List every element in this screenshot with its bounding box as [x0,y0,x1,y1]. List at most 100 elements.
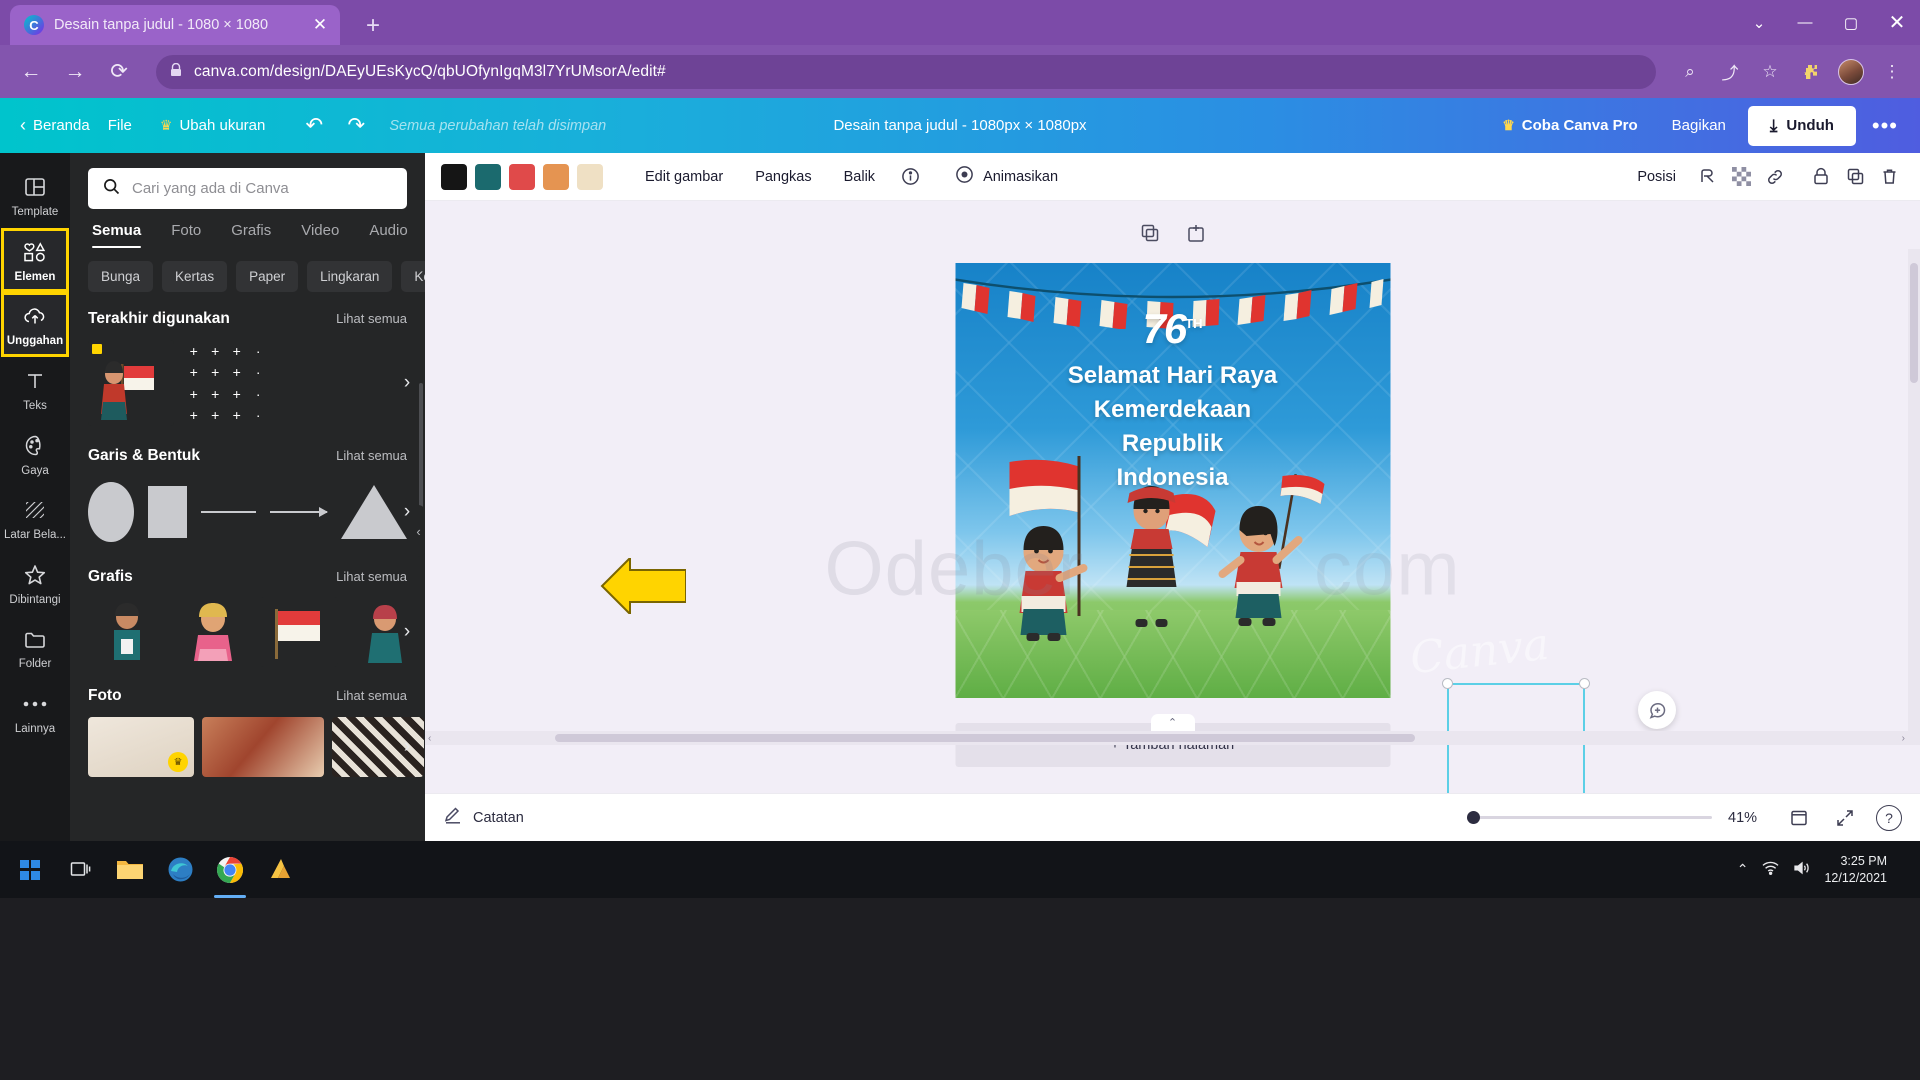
graphics-next-icon[interactable]: › [394,619,420,645]
duplicate-page-icon[interactable] [1140,223,1160,248]
sidebar-item-folder[interactable]: Folder [1,615,69,680]
search-icon[interactable]: ⌕ [1678,60,1702,84]
sidebar-item-teks[interactable]: Teks [1,357,69,422]
sidebar-item-elemen[interactable]: Elemen [1,227,69,293]
clock[interactable]: 3:25 PM 12/12/2021 [1824,853,1887,887]
show-desktop-button[interactable] [1901,841,1908,898]
scroll-left-icon[interactable]: ‹ [428,733,431,744]
recent-next-icon[interactable]: › [394,370,420,396]
see-all-link[interactable]: Lihat semua [336,311,407,326]
resize-handle-top-right[interactable] [1579,678,1590,689]
task-view-button[interactable] [56,841,104,898]
shape-arrow[interactable] [269,507,329,517]
crop-button[interactable]: Pangkas [743,161,823,193]
sidebar-item-latar-belakang[interactable]: Latar Bela... [1,486,69,551]
add-comment-button[interactable] [1638,691,1676,729]
color-swatch[interactable] [543,163,569,190]
help-icon[interactable]: ? [1876,804,1902,831]
redo-icon[interactable]: ↷ [337,107,375,145]
address-bar[interactable]: canva.com/design/DAEyUEsKycQ/qbUOfynIgqM… [156,54,1656,89]
duplicate-icon[interactable] [1840,162,1870,192]
shape-line[interactable] [201,511,256,513]
download-button[interactable]: ⤓ Unduh [1747,105,1856,146]
scroll-right-icon[interactable]: › [1902,733,1905,744]
window-expand-icon[interactable]: ⌄ [1736,0,1782,45]
effects-icon[interactable] [1692,162,1722,192]
resize-handle-top-left[interactable] [1442,678,1453,689]
chrome-browser-icon[interactable] [206,841,254,898]
undo-icon[interactable]: ↶ [295,107,333,145]
collapse-bottom-icon[interactable]: ⌃ [1150,714,1195,731]
photos-next-icon[interactable]: › [394,734,420,760]
window-minimize-icon[interactable]: — [1782,0,1828,45]
back-icon[interactable]: ← [16,57,46,87]
vertical-scrollbar[interactable] [1908,249,1920,745]
tab-grafis[interactable]: Grafis [231,222,271,248]
see-all-link[interactable]: Lihat semua [336,569,407,584]
sidebar-item-gaya[interactable]: Gaya [1,422,69,487]
share-button[interactable]: Bagikan [1656,108,1742,143]
reload-icon[interactable]: ⟳ [104,57,134,87]
transparency-icon[interactable] [1726,162,1756,192]
chip-kertas[interactable]: Kertas [162,261,228,292]
collapse-panel-button[interactable]: ‹ [411,505,425,557]
extensions-puzzle-icon[interactable] [1798,60,1822,84]
photo-thumb[interactable]: ♛ [88,717,194,777]
flip-button[interactable]: Balik [832,161,887,193]
new-tab-button[interactable]: + [358,11,388,41]
tab-video[interactable]: Video [301,222,339,248]
wifi-icon[interactable] [1762,861,1779,878]
avatar[interactable] [1838,58,1864,85]
design-page[interactable]: 76TH Selamat Hari Raya Kemerdekaan Repub… [955,263,1390,698]
start-button[interactable] [6,841,54,898]
try-canva-pro-button[interactable]: ♛ Coba Canva Pro [1490,109,1649,142]
tab-semua[interactable]: Semua [92,222,142,248]
shape-square[interactable] [147,486,188,538]
lock-icon[interactable] [1806,162,1836,192]
sidebar-item-lainnya[interactable]: Lainnya [1,680,69,745]
zoom-slider[interactable] [1467,808,1712,828]
see-all-link[interactable]: Lihat semua [336,448,407,463]
animate-button[interactable]: Animasikan [943,157,1070,196]
add-page-icon[interactable] [1186,223,1206,248]
chip-paper[interactable]: Paper [236,261,299,292]
pages-view-icon[interactable] [1784,803,1814,833]
header-back-button[interactable]: ‹ Beranda [8,107,92,144]
share-icon[interactable]: ⤴ [1718,60,1742,84]
graphic-thumb[interactable] [88,597,166,667]
sidebar-item-unggahan[interactable]: Unggahan [1,292,69,357]
edit-image-button[interactable]: Edit gambar [633,161,735,193]
color-swatch[interactable] [475,163,501,190]
chip-lingkaran[interactable]: Lingkaran [307,261,393,292]
sidebar-item-dibintangi[interactable]: Dibintangi [1,551,69,616]
edge-browser-icon[interactable] [156,841,204,898]
canva-app-icon[interactable] [256,841,304,898]
color-swatch[interactable] [441,163,467,190]
tray-chevron-icon[interactable]: ⌃ [1737,861,1749,878]
link-icon[interactable] [1760,162,1790,192]
canvas-area[interactable]: 76TH Selamat Hari Raya Kemerdekaan Repub… [425,201,1920,793]
photo-thumb[interactable] [202,717,324,777]
see-all-link[interactable]: Lihat semua [336,688,407,703]
window-close-icon[interactable]: ✕ [1874,0,1920,45]
browser-tab[interactable]: C Desain tanpa judul - 1080 × 1080 ✕ [10,5,340,45]
shape-circle[interactable] [88,482,134,542]
recent-thumb-plus-grid[interactable]: + + + · + + + · + + + · + + + · [183,340,269,426]
delete-icon[interactable] [1874,162,1904,192]
scroll-thumb[interactable] [1910,263,1918,383]
chip-bunga[interactable]: Bunga [88,261,154,292]
position-button[interactable]: Posisi [1625,161,1688,193]
scroll-thumb[interactable] [555,734,1415,742]
color-swatch[interactable] [509,163,535,190]
recent-thumb-flag-girl[interactable] [88,340,174,426]
search-input[interactable]: Cari yang ada di Canva [88,168,407,209]
close-tab-icon[interactable]: ✕ [308,13,332,37]
resize-button[interactable]: ♛ Ubah ukuran [148,109,277,142]
file-explorer-icon[interactable] [106,841,154,898]
tab-audio[interactable]: Audio [369,222,407,248]
browser-menu-icon[interactable]: ⋮ [1880,60,1904,84]
forward-icon[interactable]: → [60,57,90,87]
color-swatch[interactable] [577,163,603,190]
fullscreen-icon[interactable] [1830,803,1860,833]
volume-icon[interactable] [1793,861,1810,878]
